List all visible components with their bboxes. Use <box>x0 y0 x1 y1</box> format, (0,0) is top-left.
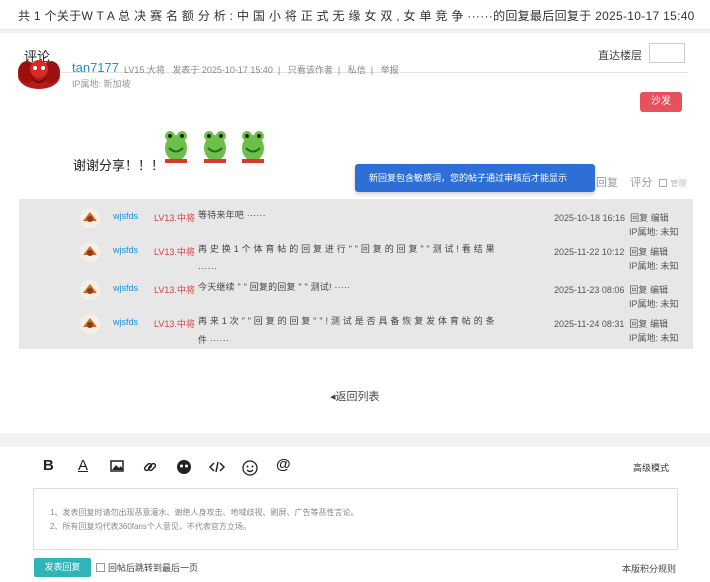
jump-last-page-option[interactable]: 回帖后跳转到最后一页 <box>96 561 198 574</box>
sub-reply-level: LV13.中将 <box>154 213 195 223</box>
sub-reply-time: 2025-11-24 08:31 <box>554 319 625 329</box>
sub-reply-edit-link[interactable]: 编辑 <box>650 319 668 329</box>
sub-reply-meta: 2025-11-23 08:06 回复 编辑 <box>554 283 668 296</box>
sub-reply-reply-link[interactable]: 回复 <box>629 247 647 257</box>
post-time: 发表于 2025-10-17 15:40 <box>172 65 273 75</box>
sub-reply-username[interactable]: wjsfds <box>113 245 138 255</box>
link-icon[interactable] <box>143 460 157 474</box>
jump-last-page-checkbox[interactable] <box>96 563 105 572</box>
separator: | <box>277 65 281 75</box>
sub-reply-item: wjsfds LV13.中将 等待来年吧 ······ 2025-10-18 1… <box>19 203 693 239</box>
sub-reply-item: wjsfds LV13.中将 今天继续 " " 回复的回复 " " 测试! ··… <box>19 275 693 311</box>
post-ip-location: IP属地: 新加坡 <box>72 79 131 89</box>
sub-reply-username[interactable]: wjsfds <box>113 283 138 293</box>
jump-floor-input[interactable] <box>649 43 685 63</box>
post-username[interactable]: tan7177 <box>72 60 119 75</box>
sub-reply-meta: 2025-11-24 08:31 回复 编辑 <box>554 317 668 330</box>
image-icon[interactable] <box>110 460 124 472</box>
manage-checkbox[interactable] <box>659 179 668 188</box>
sub-reply-edit-link[interactable]: 编辑 <box>650 247 668 257</box>
sub-reply-level: LV13.中将 <box>154 319 195 329</box>
reply-textarea[interactable]: 1、发表回复时请勿出现恶意灌水、谢绝人身攻击、地域歧视、刷屏、广告等恶性言论。 … <box>33 488 678 550</box>
post-meta: LV15.大将 发表于 2025-10-17 15:40 | 只看该作者 | 私… <box>124 63 399 76</box>
green-frog-emoji-icon <box>204 131 226 163</box>
post-actions: 回复 评分 管理 <box>596 174 686 190</box>
sub-reply-reply-link[interactable]: 回复 <box>630 213 648 223</box>
jump-floor-label: 直达楼层 <box>598 50 642 62</box>
advanced-mode-link[interactable]: 高级模式 <box>633 461 669 474</box>
back-to-list-link[interactable]: ◂返回列表 <box>330 388 380 404</box>
emoji-face-icon[interactable] <box>176 460 192 474</box>
sub-reply-meta: 2025-10-18 16:16 回复 编辑 <box>554 211 669 224</box>
sub-reply-reply-link[interactable]: 回复 <box>629 319 647 329</box>
sub-reply-reply-link[interactable]: 回复 <box>629 285 647 295</box>
thread-summary-text: 共 1 个关于W T A 总 决 赛 名 额 分 析 : 中 国 小 将 正 式… <box>18 9 695 23</box>
sub-reply-text: 再 史 换 1 个 体 育 帖 的 回 复 进 行 " " 回 复 的 回 复 … <box>198 244 495 273</box>
sub-reply-avatar[interactable] <box>79 279 101 301</box>
code-icon[interactable] <box>209 460 225 474</box>
reply-editor: B A @ 高级模式 1、发表回复时请勿出现恶意灌水、谢绝人身攻击、地域歧视、刷… <box>0 447 710 582</box>
sub-reply-item: wjsfds LV13.中将 再 来 1 次 " " 回 复 的 回 复 " "… <box>19 309 693 345</box>
jump-last-page-label: 回帖后跳转到最后一页 <box>108 563 199 573</box>
sub-reply-avatar[interactable] <box>79 241 101 263</box>
green-frog-emoji-icon <box>242 131 264 163</box>
user-avatar[interactable] <box>17 57 61 91</box>
sub-reply-avatar[interactable] <box>79 313 101 335</box>
report-link[interactable]: 举报 <box>381 65 399 75</box>
sub-replies-list: wjsfds LV13.中将 等待来年吧 ······ 2025-10-18 1… <box>19 199 693 349</box>
sub-reply-edit-link[interactable]: 编辑 <box>650 285 668 295</box>
private-message-link[interactable]: 私信 <box>348 65 366 75</box>
submit-reply-button[interactable]: 发表回复 <box>34 558 91 577</box>
mention-button[interactable]: @ <box>276 456 291 473</box>
separator: | <box>337 65 341 75</box>
manage-label: 管理 <box>670 179 687 188</box>
sub-reply-time: 2025-11-22 10:12 <box>554 247 625 257</box>
sub-reply-username[interactable]: wjsfds <box>113 317 138 327</box>
sub-reply-meta: 2025-11-22 10:12 回复 编辑 <box>554 245 668 258</box>
sub-reply-ip: IP属地: 未知 <box>629 261 679 271</box>
sub-reply-avatar[interactable] <box>79 207 101 229</box>
sub-reply-text: 今天继续 " " 回复的回复 " " 测试! ····· <box>198 282 351 292</box>
sub-reply-item: wjsfds LV13.中将 再 史 换 1 个 体 育 帖 的 回 复 进 行… <box>19 237 693 273</box>
back-to-list-label: 返回列表 <box>335 391 380 403</box>
sub-reply-username[interactable]: wjsfds <box>113 211 138 221</box>
sub-reply-time: 2025-11-23 08:06 <box>554 285 625 295</box>
user-level: LV15.大将 <box>124 65 165 75</box>
post-content: 谢谢分享！！！ <box>73 158 165 173</box>
sub-reply-time: 2025-10-18 16:16 <box>554 213 626 223</box>
bold-button[interactable]: B <box>43 457 54 474</box>
board-rules-link[interactable]: 本版积分规则 <box>622 562 676 575</box>
sub-reply-level: LV13.中将 <box>154 285 195 295</box>
font-color-button[interactable]: A <box>78 457 88 474</box>
sub-reply-ip: IP属地: 未知 <box>629 333 679 343</box>
moderation-tooltip: 新回复包含敏感词，您的帖子通过审核后才能显示 <box>355 164 595 192</box>
sofa-floor-badge: 沙发 <box>640 92 682 112</box>
reply-hint-line-1: 1、发表回复时请勿出现恶意灌水、谢绝人身攻击、地域歧视、刷屏、广告等恶性言论。 <box>50 508 359 517</box>
only-author-link[interactable]: 只看该作者 <box>288 65 333 75</box>
sub-reply-edit-link[interactable]: 编辑 <box>651 213 669 223</box>
sub-reply-text: 等待来年吧 ······ <box>198 210 266 220</box>
separator: | <box>370 65 374 75</box>
rate-link[interactable]: 评分 <box>630 177 652 189</box>
sub-reply-level: LV13.中将 <box>154 247 195 257</box>
green-frog-emoji-icon <box>165 131 187 163</box>
sub-reply-text: 再 来 1 次 " " 回 复 的 回 复 " " ! 测 试 是 否 具 备 … <box>198 316 495 345</box>
reply-link[interactable]: 回复 <box>596 177 618 189</box>
reply-hint-line-2: 2、所有回复均代表360fans个人意见，不代表官方立场。 <box>50 522 251 531</box>
thread-summary-bar: 共 1 个关于W T A 总 决 赛 名 额 分 析 : 中 国 小 将 正 式… <box>0 0 710 30</box>
smiley-icon[interactable] <box>242 460 258 476</box>
